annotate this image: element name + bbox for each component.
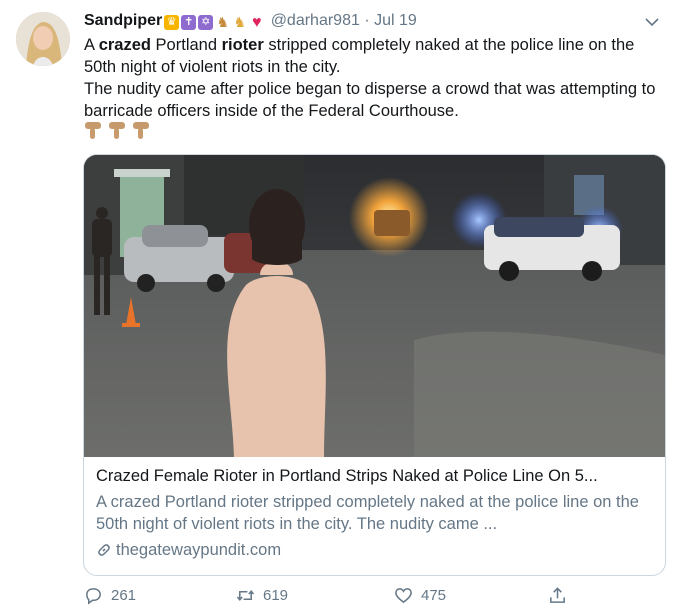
card-title[interactable]: Crazed Female Rioter in Portland Strips …	[96, 465, 655, 487]
card-domain-text: thegatewaypundit.com	[116, 541, 282, 559]
thumbs-down-hand-emoji	[109, 122, 125, 139]
tweet-actions: 261 619 475	[84, 586, 644, 610]
retweet-count: 619	[263, 587, 289, 604]
reply-button[interactable]: 261	[84, 586, 136, 605]
latin-cross-emoji: ✝	[181, 15, 197, 31]
tweet-text: A crazed Portland rioter stripped comple…	[84, 34, 664, 122]
tweet[interactable]: Sandpiper ♛ ✝ ✡ ♞ ♞ ♥ @darhar981 · Jul 19 A cr…	[0, 0, 692, 613]
bold-word: crazed	[98, 36, 151, 54]
heart-icon	[395, 588, 412, 604]
card-description: A crazed Portland rioter stripped comple…	[96, 493, 639, 533]
display-name[interactable]: Sandpiper	[84, 12, 162, 29]
name-emojis: ♛ ✝ ✡ ♞ ♞ ♥	[164, 12, 266, 34]
red-heart-emoji: ♥	[251, 14, 262, 32]
thumbs-down-hand-emoji	[85, 122, 101, 139]
chevron-down-icon[interactable]	[644, 14, 660, 30]
like-count: 475	[421, 587, 447, 604]
crown-emoji: ♛	[164, 15, 180, 31]
tweet-header: Sandpiper ♛ ✝ ✡ ♞ ♞ ♥ @darhar981 · Jul 19	[84, 10, 662, 32]
thumbs-down-hand-emoji	[133, 122, 149, 139]
tweet-paragraph: A crazed Portland rioter stripped comple…	[84, 36, 635, 76]
handle[interactable]: @darhar981	[271, 12, 360, 29]
dog-emoji: ♞	[216, 14, 230, 31]
hand-emojis	[84, 120, 156, 142]
share-icon	[550, 587, 565, 603]
card-domain[interactable]: thegatewaypundit.com	[96, 539, 655, 561]
reply-icon	[86, 588, 101, 605]
like-button[interactable]: 475	[394, 586, 446, 605]
card-image[interactable]	[84, 155, 665, 457]
avatar-image	[16, 12, 70, 66]
tweet-paragraph: The nudity came after police began to di…	[84, 80, 656, 120]
retweet-button[interactable]: 619	[236, 586, 288, 605]
share-button[interactable]	[548, 586, 567, 605]
dog-emoji: ♞	[233, 14, 247, 31]
retweet-icon	[236, 590, 255, 601]
star-of-david-emoji: ✡	[198, 15, 214, 31]
tweet-date[interactable]: Jul 19	[374, 12, 417, 29]
reply-count: 261	[111, 587, 137, 604]
avatar[interactable]	[16, 12, 70, 66]
bold-word: rioter	[221, 36, 264, 54]
link-icon	[98, 544, 110, 556]
link-card[interactable]: Crazed Female Rioter in Portland Strips …	[83, 154, 666, 576]
card-body[interactable]: Crazed Female Rioter in Portland Strips …	[96, 465, 655, 561]
separator: ·	[364, 12, 370, 29]
